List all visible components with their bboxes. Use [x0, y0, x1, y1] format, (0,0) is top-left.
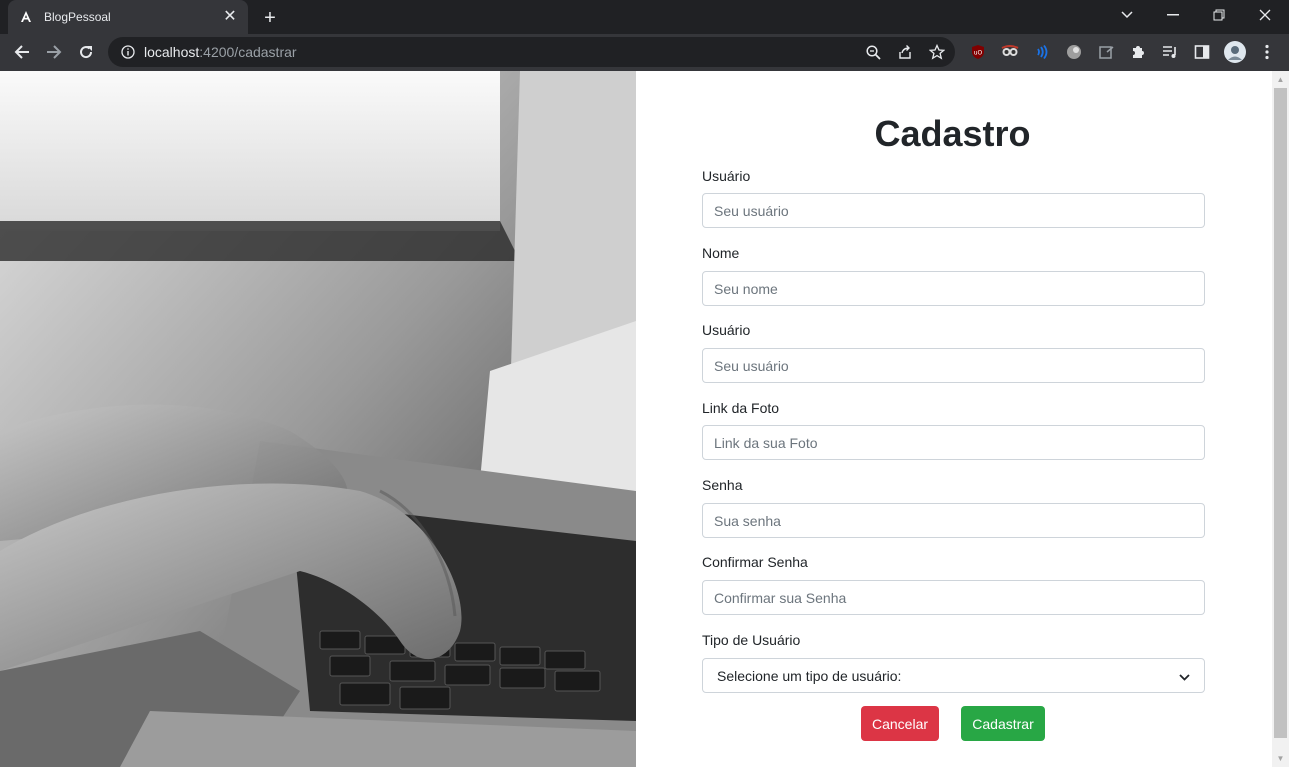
field-label-tipo-usuario: Tipo de Usuário: [702, 632, 801, 648]
field-label-foto: Link da Foto: [702, 400, 780, 416]
eyes-extension-icon[interactable]: [1001, 43, 1019, 61]
field-label-confirmar-senha: Confirmar Senha: [702, 554, 808, 570]
minimize-icon[interactable]: [1150, 0, 1196, 30]
site-info-icon[interactable]: [120, 44, 136, 60]
bookmark-star-icon[interactable]: [929, 44, 945, 60]
scroll-thumb[interactable]: [1274, 88, 1287, 738]
zoom-icon[interactable]: [865, 44, 881, 60]
tab-title: BlogPessoal: [44, 10, 111, 24]
submit-button[interactable]: Cadastrar: [961, 706, 1045, 741]
page-scrollbar[interactable]: ▲ ▼: [1272, 71, 1289, 767]
extensions-puzzle-icon[interactable]: [1129, 43, 1147, 61]
scroll-down-arrow-icon[interactable]: ▼: [1272, 750, 1289, 767]
side-panel-icon[interactable]: [1193, 43, 1211, 61]
back-icon[interactable]: [8, 38, 36, 66]
field-label-nome: Nome: [702, 245, 740, 261]
usuario-input[interactable]: [702, 193, 1205, 228]
ublock-extension-icon[interactable]: uO: [969, 43, 987, 61]
scroll-up-arrow-icon[interactable]: ▲: [1272, 71, 1289, 88]
cancel-button[interactable]: Cancelar: [861, 706, 939, 741]
chevron-down-icon: [1179, 668, 1190, 684]
signup-form-panel: Cadastro Usuário Nome Usuário Link da Fo…: [636, 71, 1272, 767]
page-title: Cadastro: [874, 113, 1031, 154]
circle-extension-icon[interactable]: [1065, 43, 1083, 61]
nome-input[interactable]: [702, 271, 1205, 306]
foto-input[interactable]: [702, 425, 1205, 460]
tipo-usuario-select[interactable]: Selecione um tipo de usuário:: [702, 658, 1205, 693]
usuario-input-2[interactable]: [702, 348, 1205, 383]
field-label-senha: Senha: [702, 477, 743, 493]
select-value: Selecione um tipo de usuário:: [717, 667, 902, 684]
reload-icon[interactable]: [72, 38, 100, 66]
forward-icon[interactable]: [40, 38, 68, 66]
browser-tab[interactable]: BlogPessoal ✕: [8, 0, 248, 34]
browser-toolbar: localhost:4200/cadastrar uO: [0, 34, 1289, 71]
new-tab-icon[interactable]: +: [258, 6, 282, 30]
address-bar[interactable]: localhost:4200/cadastrar: [108, 37, 955, 67]
share-icon[interactable]: [897, 44, 913, 60]
chrome-menu-icon[interactable]: [1258, 43, 1276, 61]
restore-icon[interactable]: [1196, 0, 1242, 30]
url-host: localhost: [144, 44, 200, 60]
senha-input[interactable]: [702, 503, 1205, 538]
tab-search-icon[interactable]: [1104, 0, 1150, 30]
page-content: Cadastro Usuário Nome Usuário Link da Fo…: [0, 71, 1289, 767]
screen-extension-icon[interactable]: [1097, 43, 1115, 61]
field-label-usuario: Usuário: [702, 168, 751, 184]
tab-close-icon[interactable]: ✕: [222, 9, 238, 25]
hero-photo: [0, 71, 636, 767]
profile-avatar[interactable]: [1223, 40, 1247, 64]
close-window-icon[interactable]: [1242, 0, 1288, 30]
media-control-icon[interactable]: [1161, 43, 1179, 61]
url-path: :4200/cadastrar: [199, 44, 297, 60]
browser-tab-bar: BlogPessoal ✕ +: [0, 0, 1289, 34]
angular-favicon-icon: [18, 9, 34, 25]
svg-text:uO: uO: [974, 50, 983, 57]
confirmar-senha-input[interactable]: [702, 580, 1205, 615]
wireless-extension-icon[interactable]: [1033, 43, 1051, 61]
field-label-usuario-2: Usuário: [702, 322, 751, 338]
